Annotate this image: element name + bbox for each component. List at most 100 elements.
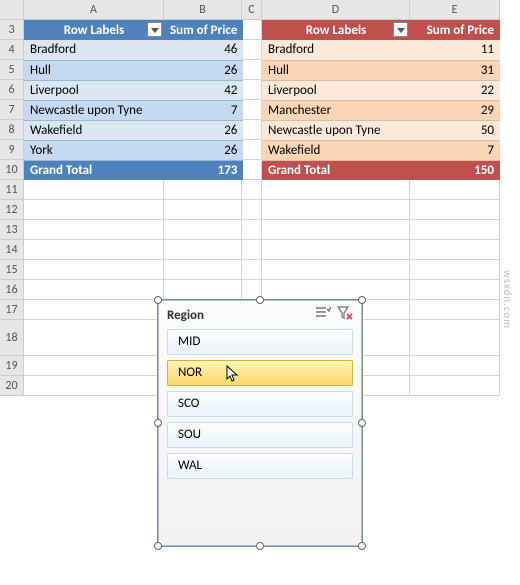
filter-dropdown-icon[interactable] xyxy=(393,22,408,37)
cell[interactable] xyxy=(262,220,410,240)
cell[interactable] xyxy=(410,280,500,300)
col-header-B[interactable]: B xyxy=(164,0,242,20)
row-header-17[interactable]: 17 xyxy=(0,300,24,320)
cell[interactable] xyxy=(24,240,164,260)
resize-handle[interactable] xyxy=(256,296,264,304)
resize-handle[interactable] xyxy=(256,542,264,550)
cell[interactable] xyxy=(262,180,410,200)
slicer-item-sou[interactable]: SOU xyxy=(167,422,353,448)
slicer-item-sco[interactable]: SCO xyxy=(167,391,353,417)
cell[interactable] xyxy=(410,260,500,280)
pivot-row[interactable]: Manchester 29 xyxy=(262,100,500,120)
cell[interactable] xyxy=(24,220,164,240)
cell[interactable] xyxy=(24,200,164,220)
cell[interactable] xyxy=(242,140,262,160)
clear-filter-icon[interactable] xyxy=(337,306,353,324)
pivot-total-row[interactable]: Grand Total 150 xyxy=(262,160,500,180)
pivot-table-right[interactable]: Row Labels Sum of Price Bradford 11 Hull… xyxy=(262,20,500,180)
resize-handle[interactable] xyxy=(358,542,366,550)
col-header-C[interactable]: C xyxy=(242,0,262,20)
pivot-row[interactable]: York 26 xyxy=(24,140,243,160)
row-header-6[interactable]: 6 xyxy=(0,80,24,100)
row-header-16[interactable]: 16 xyxy=(0,280,24,300)
filter-dropdown-icon[interactable] xyxy=(147,22,162,37)
cell[interactable] xyxy=(24,180,164,200)
cell[interactable] xyxy=(262,260,410,280)
cell[interactable] xyxy=(262,200,410,220)
cell[interactable] xyxy=(242,60,262,80)
pivot-row[interactable]: Liverpool 42 xyxy=(24,80,243,100)
pivot-row[interactable]: Hull 26 xyxy=(24,60,243,80)
select-all-corner[interactable] xyxy=(0,0,24,20)
resize-handle[interactable] xyxy=(358,419,366,427)
pivot-row[interactable]: Hull 31 xyxy=(262,60,500,80)
cell[interactable] xyxy=(242,80,262,100)
cell[interactable] xyxy=(410,356,500,376)
row-header-12[interactable]: 12 xyxy=(0,200,24,220)
pivot-row[interactable]: Liverpool 22 xyxy=(262,80,500,100)
row-header-3[interactable]: 3 xyxy=(0,20,24,40)
cell[interactable] xyxy=(262,280,410,300)
resize-handle[interactable] xyxy=(154,296,162,304)
row-header-9[interactable]: 9 xyxy=(0,140,24,160)
row-header-14[interactable]: 14 xyxy=(0,240,24,260)
row-header-10[interactable]: 10 xyxy=(0,160,24,180)
slicer-region[interactable]: Region MIDNORSCOSOUWAL xyxy=(158,300,362,546)
row-header-13[interactable]: 13 xyxy=(0,220,24,240)
cell[interactable] xyxy=(410,200,500,220)
pivot-header-label[interactable]: Row Labels xyxy=(262,20,410,40)
cell[interactable] xyxy=(24,320,164,356)
row-header-20[interactable]: 20 xyxy=(0,376,24,396)
cell[interactable] xyxy=(410,240,500,260)
cell[interactable] xyxy=(410,376,500,396)
cell[interactable] xyxy=(24,376,164,396)
pivot-table-left[interactable]: Row Labels Sum of Price Bradford 46 Hull… xyxy=(24,20,243,180)
pivot-row[interactable]: Newcastle upon Tyne 50 xyxy=(262,120,500,140)
cell[interactable] xyxy=(242,240,262,260)
row-header-7[interactable]: 7 xyxy=(0,100,24,120)
cell[interactable] xyxy=(164,220,242,240)
multi-select-icon[interactable] xyxy=(315,306,331,324)
row-header-18[interactable]: 18 xyxy=(0,320,24,356)
resize-handle[interactable] xyxy=(154,542,162,550)
cell[interactable] xyxy=(242,260,262,280)
cell[interactable] xyxy=(24,280,164,300)
row-header-8[interactable]: 8 xyxy=(0,120,24,140)
cell[interactable] xyxy=(164,280,242,300)
cell[interactable] xyxy=(242,180,262,200)
cell[interactable] xyxy=(164,240,242,260)
cell[interactable] xyxy=(410,320,500,356)
cell[interactable] xyxy=(410,180,500,200)
pivot-header-label[interactable]: Row Labels xyxy=(24,20,164,40)
pivot-row[interactable]: Wakefield 7 xyxy=(262,140,500,160)
cell[interactable] xyxy=(242,160,262,180)
cell[interactable] xyxy=(164,180,242,200)
cell[interactable] xyxy=(262,240,410,260)
cell[interactable] xyxy=(242,100,262,120)
resize-handle[interactable] xyxy=(358,296,366,304)
cell[interactable] xyxy=(24,356,164,376)
row-header-5[interactable]: 5 xyxy=(0,60,24,80)
row-header-19[interactable]: 19 xyxy=(0,356,24,376)
cell[interactable] xyxy=(242,200,262,220)
cell[interactable] xyxy=(242,40,262,60)
row-header-11[interactable]: 11 xyxy=(0,180,24,200)
cell[interactable] xyxy=(242,220,262,240)
pivot-row[interactable]: Wakefield 26 xyxy=(24,120,243,140)
col-header-A[interactable]: A xyxy=(24,0,164,20)
pivot-row[interactable]: Newcastle upon Tyne 7 xyxy=(24,100,243,120)
slicer-item-wal[interactable]: WAL xyxy=(167,453,353,479)
row-header-15[interactable]: 15 xyxy=(0,260,24,280)
cell[interactable] xyxy=(242,20,262,40)
pivot-row[interactable]: Bradford 11 xyxy=(262,40,500,60)
pivot-total-row[interactable]: Grand Total 173 xyxy=(24,160,243,180)
cell[interactable] xyxy=(24,260,164,280)
col-header-E[interactable]: E xyxy=(410,0,500,20)
cell[interactable] xyxy=(410,220,500,240)
cell[interactable] xyxy=(164,260,242,280)
row-header-4[interactable]: 4 xyxy=(0,40,24,60)
col-header-D[interactable]: D xyxy=(262,0,410,20)
cell[interactable] xyxy=(164,200,242,220)
slicer-item-mid[interactable]: MID xyxy=(167,329,353,355)
resize-handle[interactable] xyxy=(154,419,162,427)
